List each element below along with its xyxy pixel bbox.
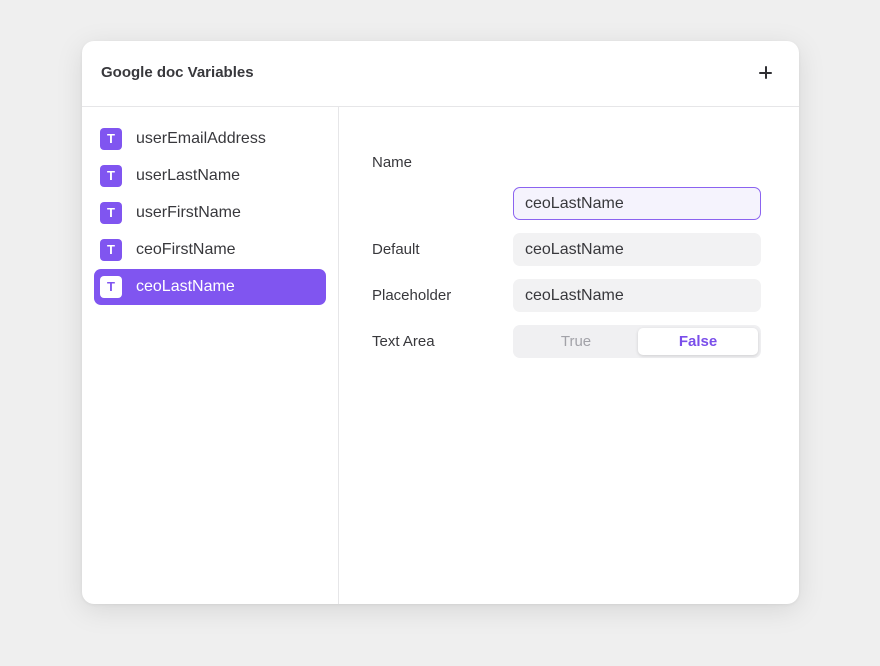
default-label: Default bbox=[372, 241, 420, 258]
variable-label: ceoLastName bbox=[136, 278, 235, 295]
add-variable-button[interactable] bbox=[755, 62, 777, 84]
panel-title: Google doc Variables bbox=[101, 64, 254, 81]
placeholder-label: Placeholder bbox=[372, 287, 452, 304]
text-type-icon: T bbox=[100, 239, 122, 261]
text-type-icon: T bbox=[100, 202, 122, 224]
variables-panel: Google doc Variables T userEmailAddress … bbox=[82, 41, 799, 604]
variable-item-ceoFirstName[interactable]: T ceoFirstName bbox=[94, 232, 326, 268]
text-type-icon: T bbox=[100, 165, 122, 187]
panel-header: Google doc Variables bbox=[82, 41, 799, 107]
variable-item-userLastName[interactable]: T userLastName bbox=[94, 158, 326, 194]
variable-label: userFirstName bbox=[136, 204, 241, 221]
variable-item-userEmailAddress[interactable]: T userEmailAddress bbox=[94, 121, 326, 157]
text-type-icon: T bbox=[100, 128, 122, 150]
text-type-icon: T bbox=[100, 276, 122, 298]
text-area-false-option[interactable]: False bbox=[638, 328, 758, 355]
variable-item-ceoLastName[interactable]: T ceoLastName bbox=[94, 269, 326, 305]
variable-item-userFirstName[interactable]: T userFirstName bbox=[94, 195, 326, 231]
placeholder-input[interactable] bbox=[513, 279, 761, 312]
variable-label: ceoFirstName bbox=[136, 241, 236, 258]
text-area-label: Text Area bbox=[372, 333, 435, 350]
default-input[interactable] bbox=[513, 233, 761, 266]
variable-label: userLastName bbox=[136, 167, 241, 184]
variable-list: T userEmailAddress T userLastName T user… bbox=[82, 107, 339, 604]
name-input[interactable] bbox=[513, 187, 761, 220]
text-area-true-option[interactable]: True bbox=[516, 328, 636, 355]
text-area-toggle: True False bbox=[513, 325, 761, 358]
variable-detail: Name Default Placeholder Text Area True … bbox=[339, 107, 799, 604]
variable-label: userEmailAddress bbox=[136, 130, 266, 147]
name-label: Name bbox=[372, 154, 413, 171]
